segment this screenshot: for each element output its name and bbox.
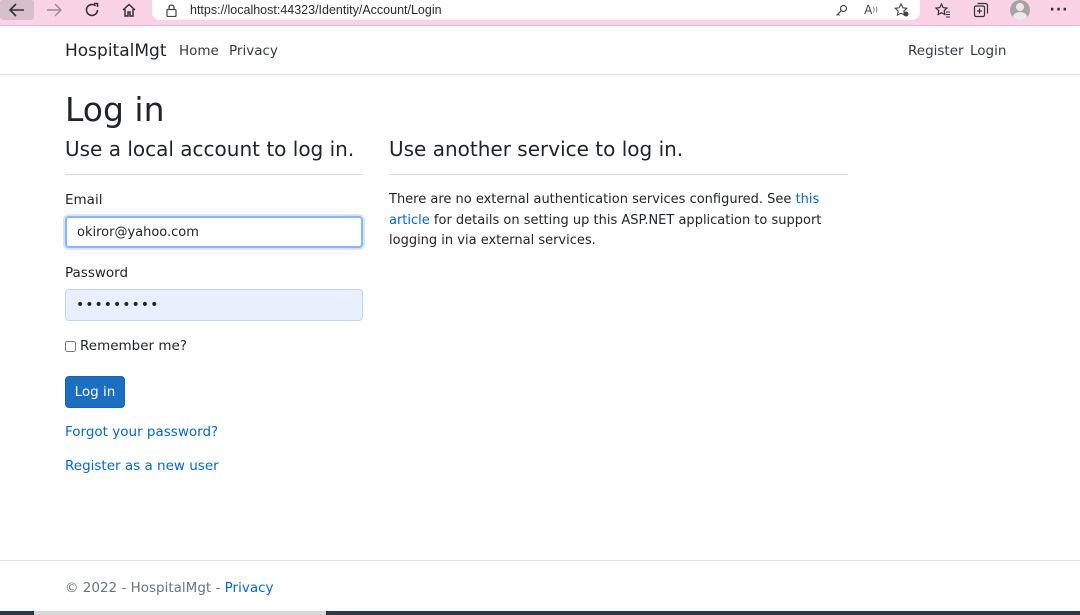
site-navbar: HospitalMgt Home Privacy Register Login: [0, 27, 1080, 75]
remember-me-checkbox[interactable]: [65, 340, 76, 352]
browser-toolbar: https://localhost:44323/Identity/Account…: [0, 0, 1080, 26]
taskbar-strip: [0, 611, 1080, 615]
external-text-after: for details on setting up this ASP.NET a…: [389, 212, 822, 249]
brand-link[interactable]: HospitalMgt: [65, 41, 167, 61]
collections-icon[interactable]: [970, 1, 992, 19]
nav-link-home[interactable]: Home: [179, 43, 219, 59]
password-field[interactable]: [65, 289, 363, 321]
back-button[interactable]: [0, 0, 34, 20]
read-aloud-icon[interactable]: A)): [862, 2, 880, 18]
email-label: Email: [65, 192, 103, 208]
taskbar-segment: [34, 611, 326, 615]
login-button[interactable]: Log in: [65, 376, 125, 408]
footer-privacy-link[interactable]: Privacy: [225, 580, 274, 596]
back-icon: [9, 3, 24, 17]
profile-icon[interactable]: [1010, 0, 1030, 20]
forward-icon: [47, 3, 62, 17]
home-button[interactable]: [116, 0, 142, 20]
remember-me-label[interactable]: Remember me?: [80, 338, 187, 354]
address-bar[interactable]: https://localhost:44323/Identity/Account…: [152, 0, 920, 20]
nav-link-register[interactable]: Register: [908, 43, 964, 59]
remember-me-row: Remember me?: [65, 338, 187, 354]
lock-icon[interactable]: [164, 3, 178, 17]
reload-icon: [85, 2, 99, 17]
favorites-icon[interactable]: [932, 1, 954, 19]
external-section-divider: [389, 174, 848, 175]
key-icon[interactable]: [832, 2, 850, 18]
url-text[interactable]: https://localhost:44323/Identity/Account…: [190, 3, 442, 17]
forgot-password-link[interactable]: Forgot your password?: [65, 424, 218, 440]
register-new-user-link[interactable]: Register as a new user: [65, 458, 219, 474]
external-text-before: There are no external authentication ser…: [389, 192, 796, 207]
more-icon[interactable]: ···: [1048, 1, 1070, 19]
forward-button[interactable]: [42, 0, 66, 20]
copyright-text: © 2022 - HospitalMgt -: [65, 580, 225, 596]
home-icon: [122, 3, 136, 17]
reload-button[interactable]: [80, 0, 104, 20]
email-field[interactable]: [65, 216, 363, 248]
external-service-heading: Use another service to log in.: [389, 137, 684, 161]
favorite-add-icon[interactable]: [892, 2, 910, 18]
local-section-divider: [65, 174, 363, 175]
footer-text: © 2022 - HospitalMgt - Privacy: [65, 580, 274, 596]
external-auth-message: There are no external authentication ser…: [389, 190, 849, 252]
local-account-heading: Use a local account to log in.: [65, 137, 355, 161]
nav-link-login[interactable]: Login: [970, 43, 1006, 59]
page-title: Log in: [65, 90, 165, 129]
site-footer: © 2022 - HospitalMgt - Privacy: [0, 560, 1080, 615]
password-label: Password: [65, 265, 129, 281]
nav-link-privacy[interactable]: Privacy: [229, 43, 278, 59]
